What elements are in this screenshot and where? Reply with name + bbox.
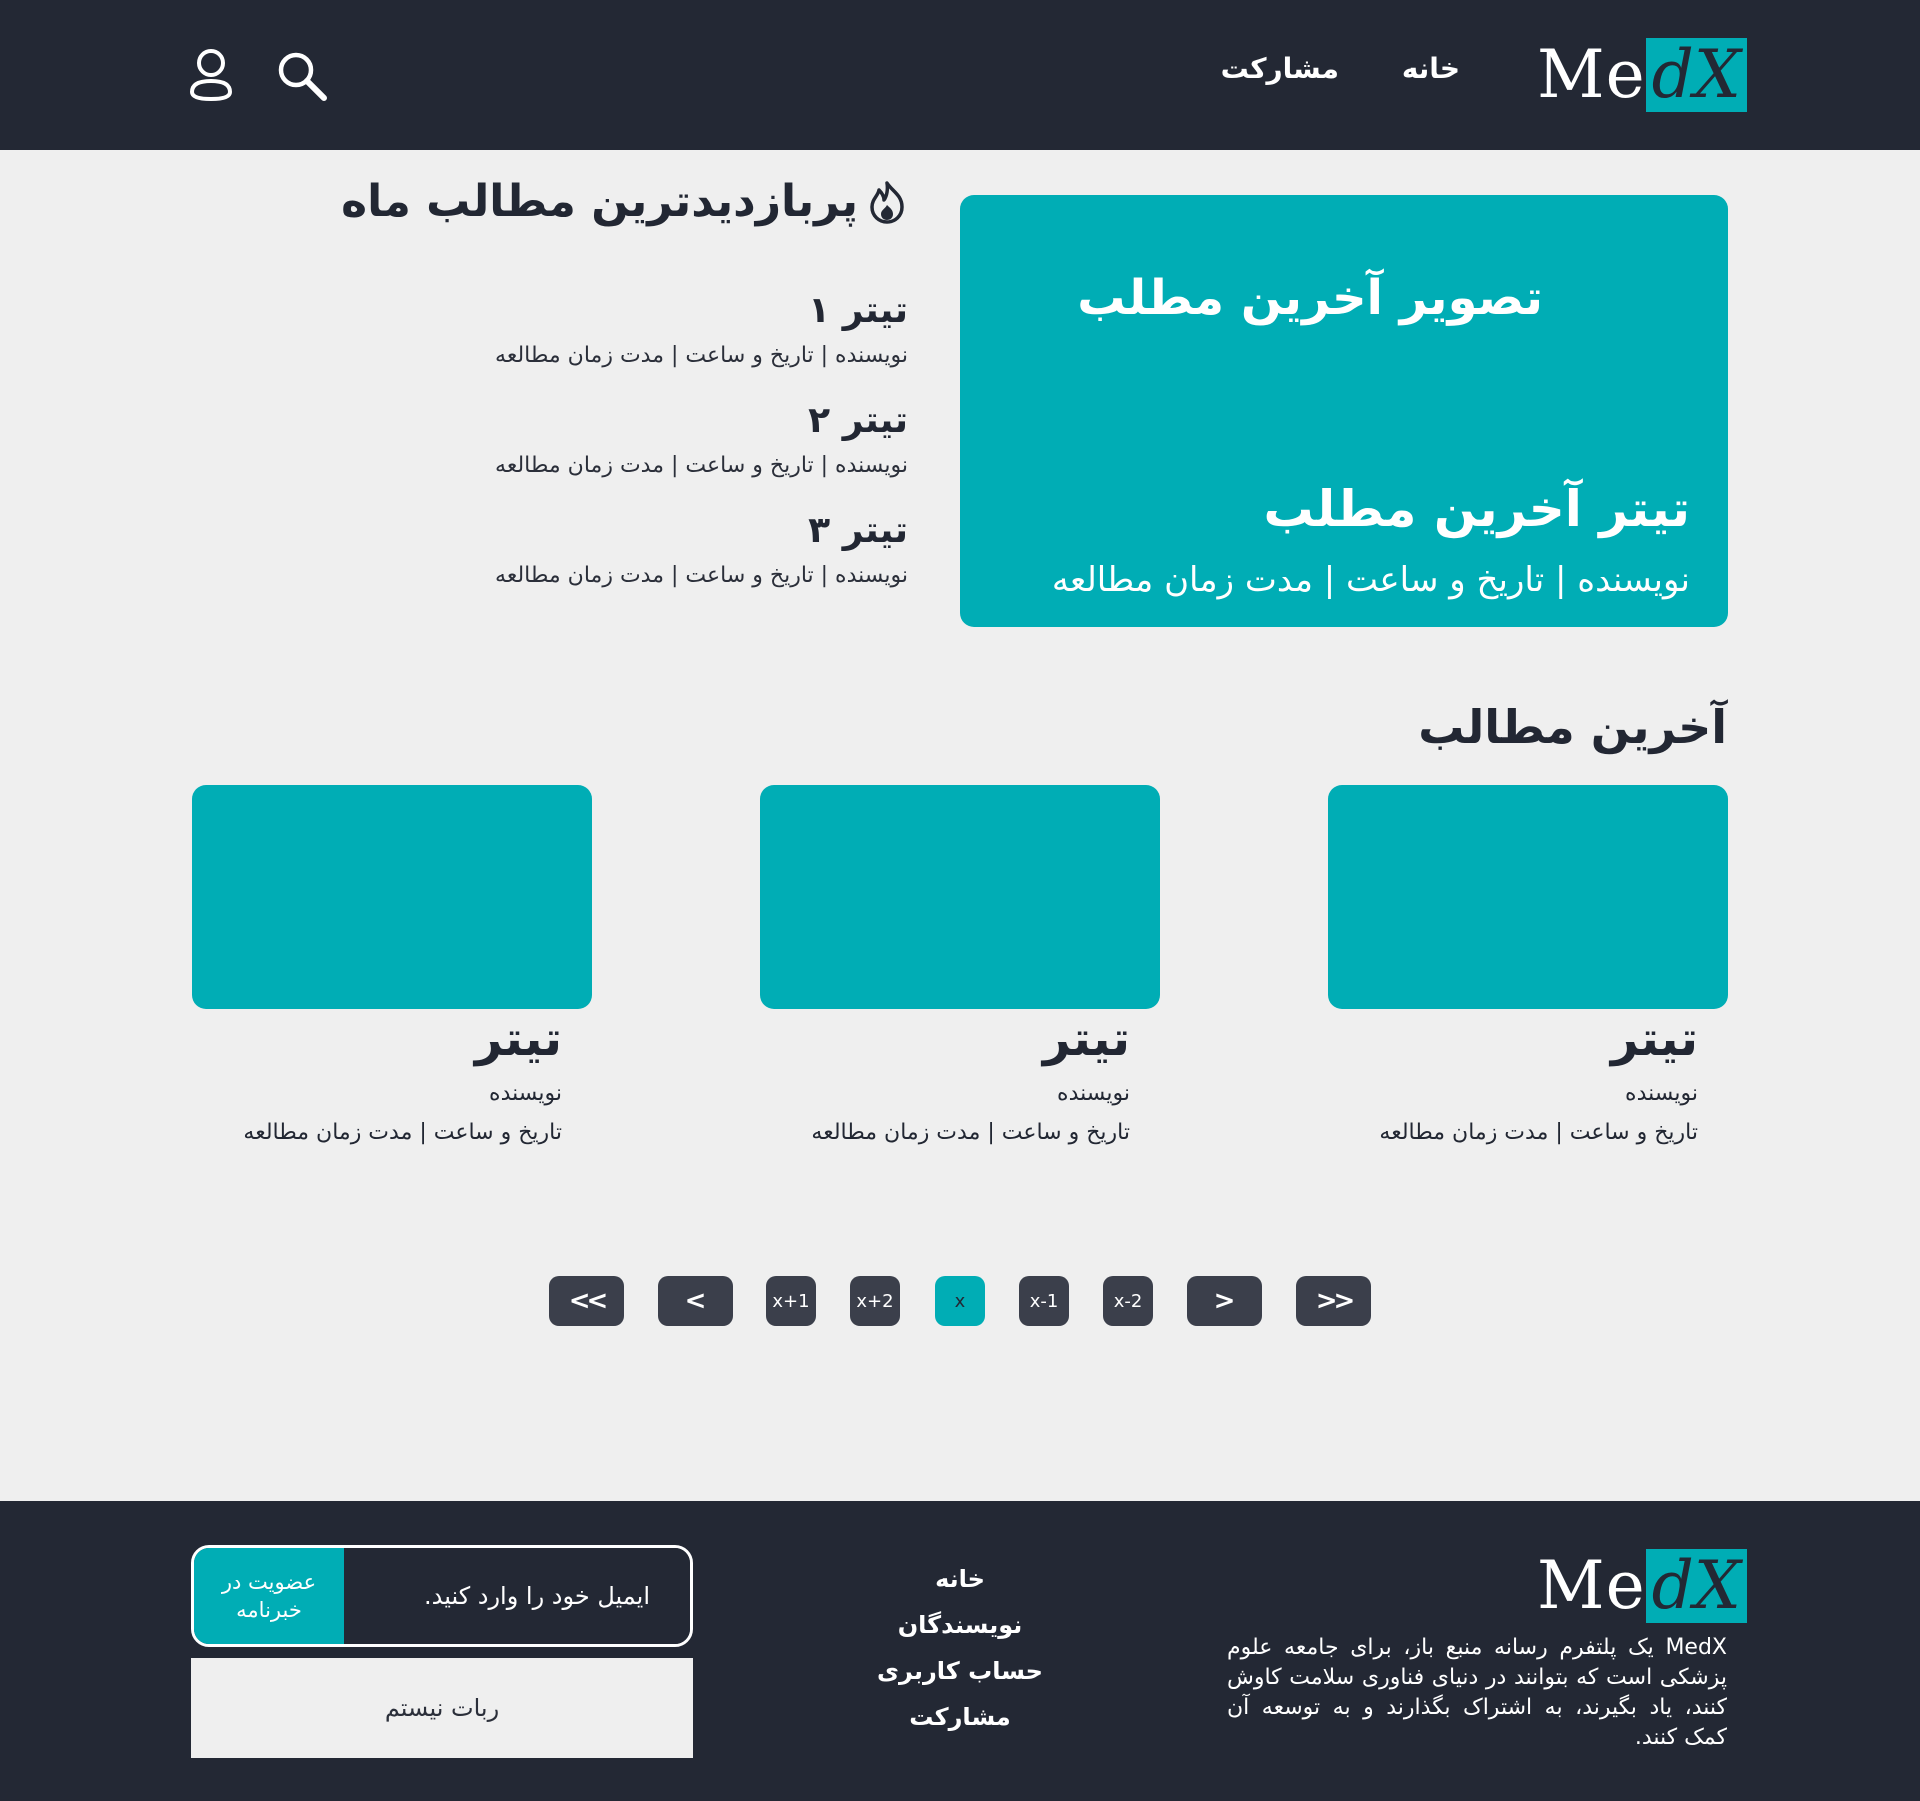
- popular-post-meta: نویسنده | تاریخ و ساعت | مدت زمان مطالعه: [495, 343, 908, 368]
- footer-link-account[interactable]: حساب کاربری: [860, 1657, 1060, 1685]
- site-logo[interactable]: Me dX: [1537, 38, 1747, 112]
- footer-link-authors[interactable]: نویسندگان: [860, 1611, 1060, 1639]
- post-card-author: نویسنده: [1057, 1081, 1130, 1106]
- latest-posts-heading: آخرین مطالب: [1418, 700, 1727, 754]
- featured-post-image-label: تصویر آخرین مطلب: [1077, 270, 1543, 326]
- logo-text-me: Me: [1537, 1547, 1646, 1624]
- popular-post-meta: نویسنده | تاریخ و ساعت | مدت زمان مطالعه: [495, 563, 908, 588]
- post-card[interactable]: تیتر نویسنده تاریخ و ساعت | مدت زمان مطا…: [760, 785, 1160, 1145]
- pagination-page-button[interactable]: x-1: [1019, 1276, 1069, 1326]
- post-card[interactable]: تیتر نویسنده تاریخ و ساعت | مدت زمان مطا…: [192, 785, 592, 1145]
- logo-text-me: Me: [1537, 36, 1646, 113]
- chevron-right-icon: >: [1213, 1286, 1236, 1316]
- captcha-box[interactable]: ربات نیستم: [191, 1658, 693, 1758]
- featured-post-title[interactable]: تیتر آخرین مطلب: [1263, 480, 1690, 538]
- fire-icon: [864, 179, 910, 225]
- site-header: Me dX خانه مشارکت: [0, 0, 1920, 150]
- featured-post-card[interactable]: تصویر آخرین مطلب تیتر آخرین مطلب نویسنده…: [960, 195, 1728, 627]
- popular-posts-heading-text: پربازدیدترین مطالب ماه: [341, 176, 858, 227]
- pagination-page-button[interactable]: x-2: [1103, 1276, 1153, 1326]
- nav-home-link[interactable]: خانه: [1402, 52, 1460, 85]
- post-card[interactable]: تیتر نویسنده تاریخ و ساعت | مدت زمان مطا…: [1328, 785, 1728, 1145]
- site-footer: Me dX MedX یک پلتفرم رسانه منبع باز، برا…: [0, 1501, 1920, 1801]
- post-card-meta: تاریخ و ساعت | مدت زمان مطالعه: [811, 1120, 1130, 1145]
- popular-post-meta: نویسنده | تاریخ و ساعت | مدت زمان مطالعه: [495, 453, 908, 478]
- pagination-page-button[interactable]: x+1: [766, 1276, 816, 1326]
- double-chevron-left-icon: <<: [568, 1286, 609, 1316]
- post-card-title[interactable]: تیتر: [192, 1011, 562, 1067]
- popular-post-title[interactable]: تیتر ۳: [495, 510, 908, 551]
- pagination-next-button[interactable]: >: [1187, 1276, 1262, 1326]
- popular-post-item[interactable]: تیتر ۱ نویسنده | تاریخ و ساعت | مدت زمان…: [495, 290, 908, 368]
- pagination-first-button[interactable]: <<: [549, 1276, 624, 1326]
- newsletter-email-input[interactable]: [344, 1548, 690, 1644]
- popular-post-title[interactable]: تیتر ۲: [495, 400, 908, 441]
- post-card-image[interactable]: [192, 785, 592, 1009]
- featured-post-meta: نویسنده | تاریخ و ساعت | مدت زمان مطالعه: [1051, 560, 1690, 600]
- post-card-author: نویسنده: [1625, 1081, 1698, 1106]
- nav-share-link[interactable]: مشارکت: [1221, 52, 1339, 85]
- search-icon[interactable]: [274, 48, 330, 104]
- pagination-last-button[interactable]: >>: [1296, 1276, 1371, 1326]
- newsletter-subscribe-button[interactable]: عضویت در خبرنامه: [194, 1548, 344, 1644]
- popular-posts-heading: پربازدیدترین مطالب ماه: [341, 176, 910, 227]
- logo-text-dx: dX: [1645, 1549, 1747, 1623]
- pagination-prev-button[interactable]: <: [658, 1276, 733, 1326]
- popular-post-item[interactable]: تیتر ۳ نویسنده | تاریخ و ساعت | مدت زمان…: [495, 510, 908, 588]
- popular-post-title[interactable]: تیتر ۱: [495, 290, 908, 331]
- user-icon[interactable]: [186, 48, 236, 104]
- footer-nav: خانه نویسندگان حساب کاربری مشارکت: [860, 1565, 1060, 1749]
- footer-logo[interactable]: Me dX: [1537, 1549, 1747, 1623]
- double-chevron-right-icon: >>: [1315, 1286, 1356, 1316]
- footer-link-home[interactable]: خانه: [860, 1565, 1060, 1593]
- pagination-current-page[interactable]: x: [935, 1276, 985, 1326]
- pagination-page-button[interactable]: x+2: [850, 1276, 900, 1326]
- footer-description: MedX یک پلتفرم رسانه منبع باز، برای جامع…: [1227, 1635, 1727, 1750]
- popular-post-item[interactable]: تیتر ۲ نویسنده | تاریخ و ساعت | مدت زمان…: [495, 400, 908, 478]
- post-card-title[interactable]: تیتر: [760, 1011, 1130, 1067]
- post-card-image[interactable]: [1328, 785, 1728, 1009]
- post-card-title[interactable]: تیتر: [1328, 1011, 1698, 1067]
- post-card-meta: تاریخ و ساعت | مدت زمان مطالعه: [243, 1120, 562, 1145]
- post-card-image[interactable]: [760, 785, 1160, 1009]
- logo-text-dx: dX: [1645, 38, 1747, 112]
- post-card-meta: تاریخ و ساعت | مدت زمان مطالعه: [1379, 1120, 1698, 1145]
- footer-link-share[interactable]: مشارکت: [860, 1703, 1060, 1731]
- newsletter-form: عضویت در خبرنامه: [191, 1545, 693, 1647]
- chevron-left-icon: <: [684, 1286, 707, 1316]
- post-card-author: نویسنده: [489, 1081, 562, 1106]
